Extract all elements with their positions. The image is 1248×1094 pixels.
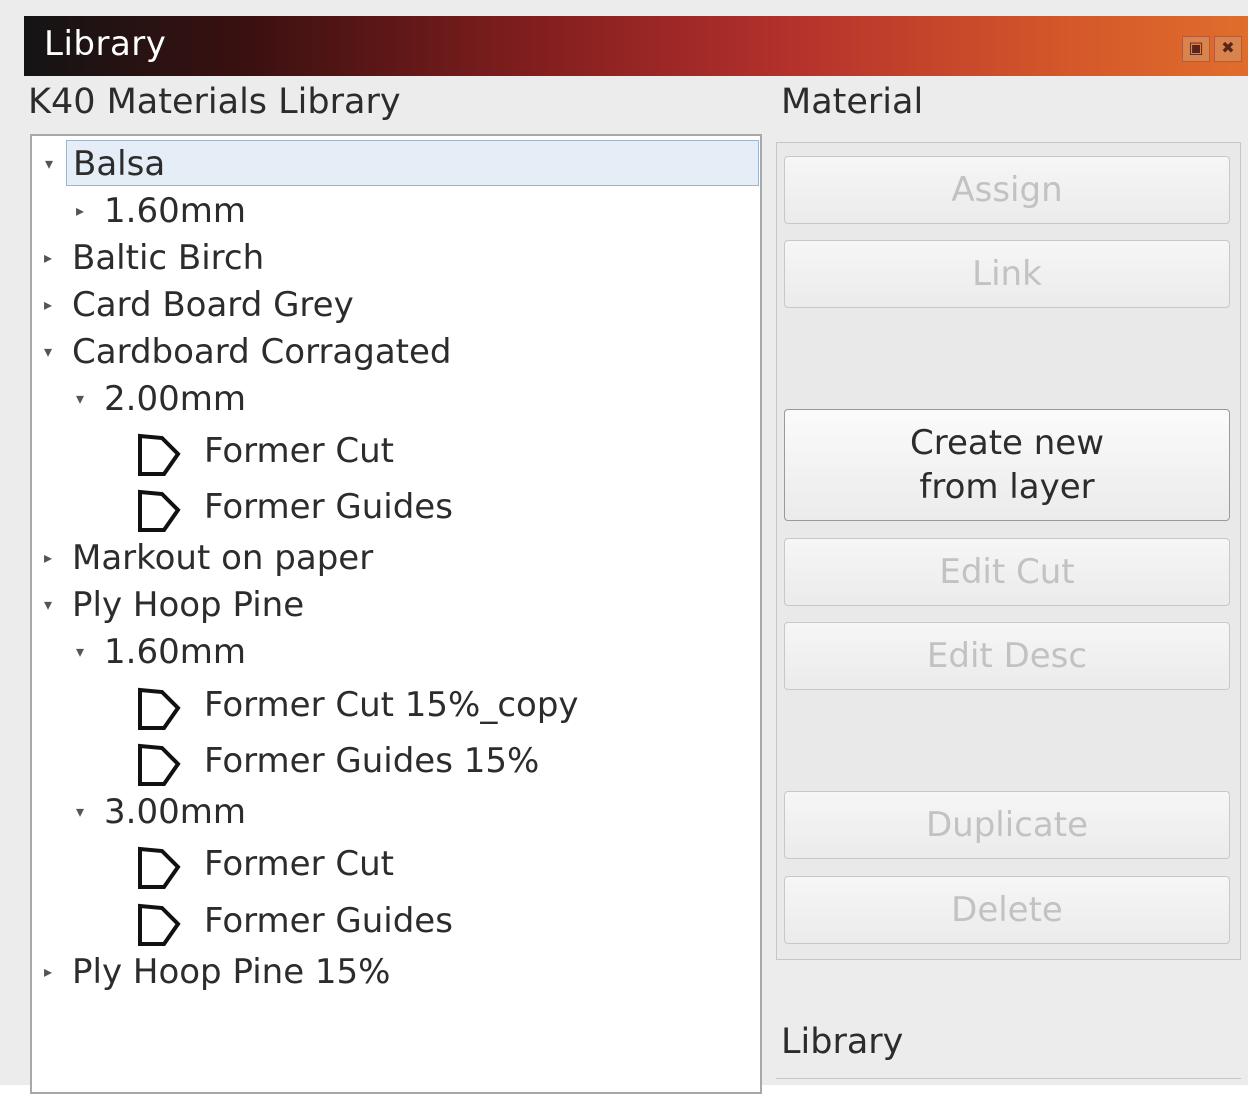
create-from-layer-button[interactable]: Create new from layer xyxy=(784,409,1230,521)
duplicate-button[interactable]: Duplicate xyxy=(784,791,1230,859)
window-controls: ▣ ✖ xyxy=(1182,36,1242,62)
tree-item-layer[interactable]: Former Cut 15%_copy xyxy=(32,682,760,730)
materials-tree[interactable]: ▾ Balsa ▸ 1.60mm ▸ Baltic Birch ▸ Card B… xyxy=(30,134,762,1094)
material-section-label: Material xyxy=(781,82,924,122)
create-button-line-1: Create new xyxy=(909,423,1105,463)
library-window: Library ▣ ✖ K40 Materials Library Materi… xyxy=(0,0,1248,1094)
collapsed-arrow-icon[interactable]: ▸ xyxy=(38,535,58,581)
tree-item-layer[interactable]: Former Guides xyxy=(32,484,760,532)
restore-icon[interactable]: ▣ xyxy=(1182,36,1210,62)
link-button[interactable]: Link xyxy=(784,240,1230,308)
collapsed-arrow-icon[interactable]: ▸ xyxy=(70,188,90,234)
tree-item-corragated-thickness[interactable]: ▾ 2.00mm xyxy=(32,376,760,422)
tree-item-layer[interactable]: Former Guides xyxy=(32,898,760,946)
window-title: Library xyxy=(44,24,167,64)
expand-arrow-icon[interactable]: ▾ xyxy=(38,582,58,628)
pentagon-icon xyxy=(138,903,181,946)
tree-item-layer[interactable]: Former Cut xyxy=(32,841,760,889)
collapsed-arrow-icon[interactable]: ▸ xyxy=(38,282,58,328)
tree-item-balsa-thickness[interactable]: ▸ 1.60mm xyxy=(32,188,760,234)
expand-arrow-icon[interactable]: ▾ xyxy=(39,141,59,187)
close-icon[interactable]: ✖ xyxy=(1214,36,1242,62)
assign-button[interactable]: Assign xyxy=(784,156,1230,224)
tree-item-card-board-grey[interactable]: ▸ Card Board Grey xyxy=(32,282,760,328)
tree-item-baltic-birch[interactable]: ▸ Baltic Birch xyxy=(32,235,760,281)
pentagon-icon xyxy=(138,433,181,476)
tree-item-layer[interactable]: Former Guides 15% xyxy=(32,738,760,786)
edit-cut-button[interactable]: Edit Cut xyxy=(784,538,1230,606)
pentagon-icon xyxy=(138,687,181,730)
collapsed-arrow-icon[interactable]: ▸ xyxy=(38,235,58,281)
pentagon-icon xyxy=(138,846,181,889)
expand-arrow-icon[interactable]: ▾ xyxy=(70,376,90,422)
title-bar[interactable]: Library ▣ ✖ xyxy=(24,16,1248,76)
materials-library-label: K40 Materials Library xyxy=(28,82,401,122)
pentagon-icon xyxy=(138,489,181,532)
library-section-panel xyxy=(776,1078,1241,1088)
edit-desc-button[interactable]: Edit Desc xyxy=(784,622,1230,690)
tree-item-ply-hoop-pine-15[interactable]: ▸ Ply Hoop Pine 15% xyxy=(32,949,760,995)
tree-item-layer[interactable]: Former Cut xyxy=(32,428,760,476)
tree-item-cardboard-corragated[interactable]: ▾ Cardboard Corragated xyxy=(32,329,760,375)
tree-item-ply-hoop-pine[interactable]: ▾ Ply Hoop Pine xyxy=(32,582,760,628)
expand-arrow-icon[interactable]: ▾ xyxy=(70,629,90,675)
library-section-label: Library xyxy=(781,1022,904,1062)
expand-arrow-icon[interactable]: ▾ xyxy=(38,329,58,375)
expand-arrow-icon[interactable]: ▾ xyxy=(70,789,90,835)
collapsed-arrow-icon[interactable]: ▸ xyxy=(38,949,58,995)
delete-button[interactable]: Delete xyxy=(784,876,1230,944)
tree-item-ply-thickness-1[interactable]: ▾ 1.60mm xyxy=(32,629,760,675)
pentagon-icon xyxy=(138,743,181,786)
tree-item-balsa[interactable]: ▾ Balsa xyxy=(45,140,759,186)
tree-item-ply-thickness-3[interactable]: ▾ 3.00mm xyxy=(32,789,760,835)
create-button-line-2: from layer xyxy=(919,467,1095,507)
tree-item-markout-on-paper[interactable]: ▸ Markout on paper xyxy=(32,535,760,581)
